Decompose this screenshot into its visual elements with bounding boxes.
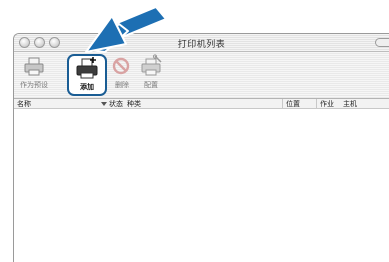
delete-printer-label: 删除 xyxy=(115,81,129,89)
printer-list-window: 打印机列表 作为预设 添加 删除 配置 名称 状态 种类 位置 作业 主机 xyxy=(13,33,389,262)
column-header-kind[interactable]: 种类 xyxy=(124,99,141,109)
configure-printer-label: 配置 xyxy=(144,81,158,89)
delete-printer-button[interactable]: 删除 xyxy=(102,54,136,98)
column-header-name[interactable]: 名称 xyxy=(14,99,31,109)
column-header-jobs[interactable]: 作业 xyxy=(316,99,334,109)
add-printer-button[interactable]: 添加 xyxy=(67,54,107,96)
column-header-host[interactable]: 主机 xyxy=(340,99,357,109)
table-header: 名称 状态 种类 位置 作业 主机 xyxy=(14,99,389,109)
column-header-location[interactable]: 位置 xyxy=(282,99,300,109)
toolbar-toggle-button[interactable] xyxy=(375,38,389,47)
configure-icon xyxy=(141,54,162,76)
delete-icon xyxy=(112,57,130,75)
make-default-button[interactable]: 作为预设 xyxy=(17,54,51,98)
window-title: 打印机列表 xyxy=(177,40,226,50)
printer-list[interactable] xyxy=(14,110,389,262)
make-default-label: 作为预设 xyxy=(20,81,48,89)
add-printer-label: 添加 xyxy=(80,83,94,91)
printer-default-icon xyxy=(24,57,44,76)
column-header-status[interactable]: 状态 xyxy=(106,99,123,109)
toolbar: 作为预设 添加 删除 配置 xyxy=(14,52,389,99)
configure-printer-button[interactable]: 配置 xyxy=(134,54,168,98)
printer-add-icon xyxy=(76,57,98,79)
title-bar: 打印机列表 xyxy=(14,34,389,52)
sort-indicator[interactable] xyxy=(98,99,107,109)
